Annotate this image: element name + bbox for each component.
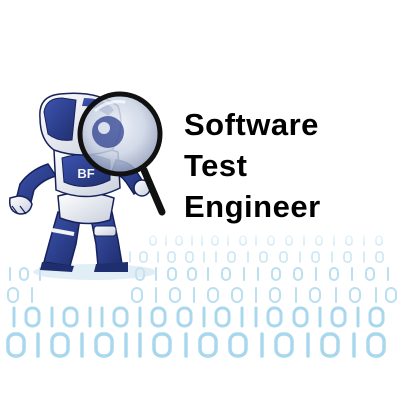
title-line-test: Test xyxy=(184,148,248,183)
page-title: Software Test Engineer xyxy=(184,104,321,227)
hero-banner: BF Software Test Engineer xyxy=(0,0,400,400)
title-line-engineer: Engineer xyxy=(184,189,321,224)
chest-mark: BF xyxy=(77,166,94,181)
robot-left-arm xyxy=(8,163,58,215)
title-line-software: Software xyxy=(184,107,319,142)
